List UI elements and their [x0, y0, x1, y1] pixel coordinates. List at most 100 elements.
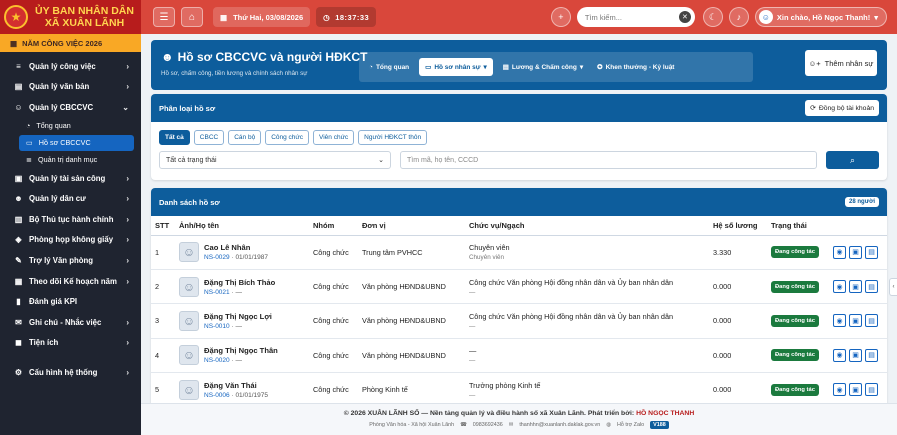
id-card-button[interactable]: ▣: [849, 280, 862, 294]
chevron-right-icon: ›: [126, 173, 129, 183]
person-name[interactable]: Cao Lê Nhân: [204, 243, 268, 252]
cell-position: Công chức Văn phòng Hội đồng nhân dân và…: [465, 303, 709, 339]
person-info[interactable]: ☺ Đặng Thị Ngọc Lợi NS-0010 · —: [179, 310, 309, 331]
id-card-button[interactable]: ▣: [849, 314, 862, 328]
person-code[interactable]: NS-0020: [204, 357, 230, 364]
sync-accounts-button[interactable]: ⟳ Đồng bộ tài khoản: [805, 100, 879, 116]
home-button[interactable]: ⌂: [181, 7, 203, 27]
cell-person: ☺ Đặng Thị Ngọc Thân NS-0020 · —: [175, 338, 309, 374]
add-personnel-button[interactable]: ☺+ Thêm nhân sự: [805, 50, 877, 76]
avatar-placeholder-icon: ☺: [179, 379, 199, 400]
status-select[interactable]: Tất cả trạng thái ⌄: [159, 151, 391, 169]
person-info[interactable]: ☺ Đặng Thị Ngọc Thân NS-0020 · —: [179, 345, 309, 366]
sidebar-subitem[interactable]: ◔ Tổng quan: [0, 118, 141, 134]
person-info[interactable]: ☺ Đặng Văn Thái NS-0006 · 01/01/1975: [179, 379, 309, 400]
side-panel-handle[interactable]: ‹: [889, 278, 897, 296]
category-chip[interactable]: CBCC: [193, 130, 225, 145]
calendar-icon: ▦: [220, 12, 228, 22]
version-badge: V188: [650, 421, 669, 429]
category-chip[interactable]: Công chức: [265, 130, 309, 145]
sidebar-item[interactable]: ☻ Quản lý dân cư ›: [0, 188, 141, 209]
footer-email[interactable]: thanhhn@xuanlanh.daklak.gov.vn: [519, 422, 600, 428]
menu-toggle-button[interactable]: ☰: [153, 7, 175, 27]
sidebar-item[interactable]: ◈ Phòng họp không giấy ›: [0, 230, 141, 251]
sidebar-item[interactable]: ✉ Ghi chú - Nhắc việc ›: [0, 312, 141, 333]
person-name[interactable]: Đặng Thị Ngọc Lợi: [204, 312, 272, 321]
table-row[interactable]: 2 ☺ Đặng Thị Bích Thảo NS-0021 · — Công chức…: [151, 269, 887, 305]
sidebar-subitem[interactable]: ▭ Hồ sơ CBCCVC: [19, 134, 134, 151]
user-menu-button[interactable]: ☺ Xin chào, Hồ Ngọc Thanh! ▾: [754, 7, 887, 27]
person-name[interactable]: Đặng Thị Bích Thảo: [204, 278, 275, 287]
table-body: 1 ☺ Cao Lê Nhân NS-0029 · 01/01/1987 Công ch…: [151, 235, 887, 403]
record-search-input[interactable]: Tìm mã, họ tên, CCCD: [400, 151, 817, 169]
person-code[interactable]: NS-0029: [204, 254, 230, 261]
brand-header[interactable]: ★ ỦY BAN NHÂN DÂN XÃ XUÂN LÃNH: [0, 0, 141, 34]
sidebar-item[interactable]: ▦ Theo dõi Kế hoạch năm ›: [0, 271, 141, 292]
sidebar-item[interactable]: ▥ Bộ Thủ tục hành chính ›: [0, 209, 141, 230]
view-button[interactable]: ◉: [833, 280, 846, 294]
search-input[interactable]: Tìm kiếm...: [585, 13, 679, 22]
category-chips: Tất cả CBCC Cán bộ Công chức Viên chức Người …: [151, 122, 887, 145]
tab-personnel-records[interactable]: ▭ Hồ sơ nhân sự ▾: [419, 58, 493, 76]
global-search[interactable]: Tìm kiếm... ✕: [576, 7, 695, 27]
work-year-banner[interactable]: ▦ NĂM CÔNG VIỆC 2026: [0, 34, 141, 52]
column-header: [829, 216, 887, 236]
sidebar-item[interactable]: ▣ Quản lý tài sản công ›: [0, 168, 141, 189]
view-button[interactable]: ◉: [833, 245, 846, 259]
sidebar-item[interactable]: ▮ Đánh giá KPI: [0, 291, 141, 312]
id-card-button[interactable]: ▣: [849, 383, 862, 397]
view-button[interactable]: ◉: [833, 314, 846, 328]
search-button[interactable]: ⌕: [826, 151, 879, 169]
position-rank: —: [469, 391, 476, 399]
person-meta: NS-0006 · 01/01/1975: [204, 392, 268, 399]
cell-status: Đang công tác: [767, 372, 829, 403]
footer-zalo-link[interactable]: Hỗ trợ Zalo: [617, 422, 644, 428]
sidebar-item[interactable]: ≡ Quản lý công việc ›: [0, 56, 141, 77]
sidebar-item[interactable]: ◼ Tiện ích ›: [0, 333, 141, 354]
person-code[interactable]: NS-0010: [204, 323, 230, 330]
person-info[interactable]: ☺ Cao Lê Nhân NS-0029 · 01/01/1987: [179, 242, 309, 263]
file-button[interactable]: ▤: [865, 348, 878, 362]
person-code[interactable]: NS-0021: [204, 289, 230, 296]
person-info[interactable]: ☺ Đặng Thị Bích Thảo NS-0021 · —: [179, 276, 309, 297]
footer-copyright: © 2026 XUÂN LÃNH SỐ — Nền tảng quản lý v…: [141, 410, 897, 417]
tab-rewards-discipline[interactable]: ✪ Khen thưởng - Kỷ luật: [593, 58, 678, 76]
file-button[interactable]: ▤: [865, 383, 878, 397]
person-dob: —: [235, 322, 242, 330]
id-card-button[interactable]: ▣: [849, 245, 862, 259]
file-button[interactable]: ▤: [865, 314, 878, 328]
quick-add-button[interactable]: +: [550, 7, 571, 27]
sidebar-subitem[interactable]: ≣ Quản trị danh mục: [0, 152, 141, 168]
tab-overview[interactable]: ◔ Tổng quan: [365, 58, 413, 76]
sidebar-item[interactable]: ✎ Trợ lý Văn phòng ›: [0, 250, 141, 271]
id-card-icon: ▣: [852, 317, 859, 325]
tab-salary-attendance[interactable]: ▤ Lương & Chấm công ▾: [499, 58, 587, 76]
category-chip[interactable]: Cán bộ: [228, 130, 262, 145]
table-row[interactable]: 4 ☺ Đặng Thị Ngọc Thân NS-0020 · — Công chức…: [151, 338, 887, 374]
view-button[interactable]: ◉: [833, 348, 846, 362]
sidebar-item[interactable]: ☺ Quản lý CBCCVC ⌄: [0, 97, 141, 118]
table-row[interactable]: 3 ☺ Đặng Thị Ngọc Lợi NS-0010 · — Công chức V…: [151, 303, 887, 339]
sidebar-item[interactable]: ⚙ Cấu hình hệ thống ›: [0, 362, 141, 383]
theme-toggle-button[interactable]: ☾: [702, 7, 723, 27]
table-row[interactable]: 1 ☺ Cao Lê Nhân NS-0029 · 01/01/1987 Công ch…: [151, 235, 887, 270]
clear-search-icon[interactable]: ✕: [678, 11, 691, 23]
person-code[interactable]: NS-0006: [204, 392, 230, 399]
category-chip[interactable]: Người HĐKCT thôn: [358, 130, 428, 145]
cell-actions: ◉ ▣ ▤: [829, 235, 887, 270]
table-row[interactable]: 5 ☺ Đặng Văn Thái NS-0006 · 01/01/1975 Công …: [151, 372, 887, 403]
file-button[interactable]: ▤: [865, 245, 878, 259]
footer-phone[interactable]: 0983692436: [473, 422, 503, 428]
note-icon: ✉: [15, 317, 22, 327]
file-button[interactable]: ▤: [865, 280, 878, 294]
view-button[interactable]: ◉: [833, 383, 846, 397]
notifications-button[interactable]: ♪: [728, 7, 749, 27]
category-chip[interactable]: Viên chức: [313, 130, 355, 145]
category-chip[interactable]: Tất cả: [159, 130, 190, 145]
assistant-icon: ✎: [15, 255, 22, 265]
id-card-button[interactable]: ▣: [849, 348, 862, 362]
sidebar-item[interactable]: ▤ Quản lý văn bản ›: [0, 77, 141, 98]
cell-stt: 4: [151, 338, 175, 374]
person-name[interactable]: Đặng Thị Ngọc Thân: [204, 346, 278, 355]
person-name[interactable]: Đặng Văn Thái: [204, 381, 268, 390]
